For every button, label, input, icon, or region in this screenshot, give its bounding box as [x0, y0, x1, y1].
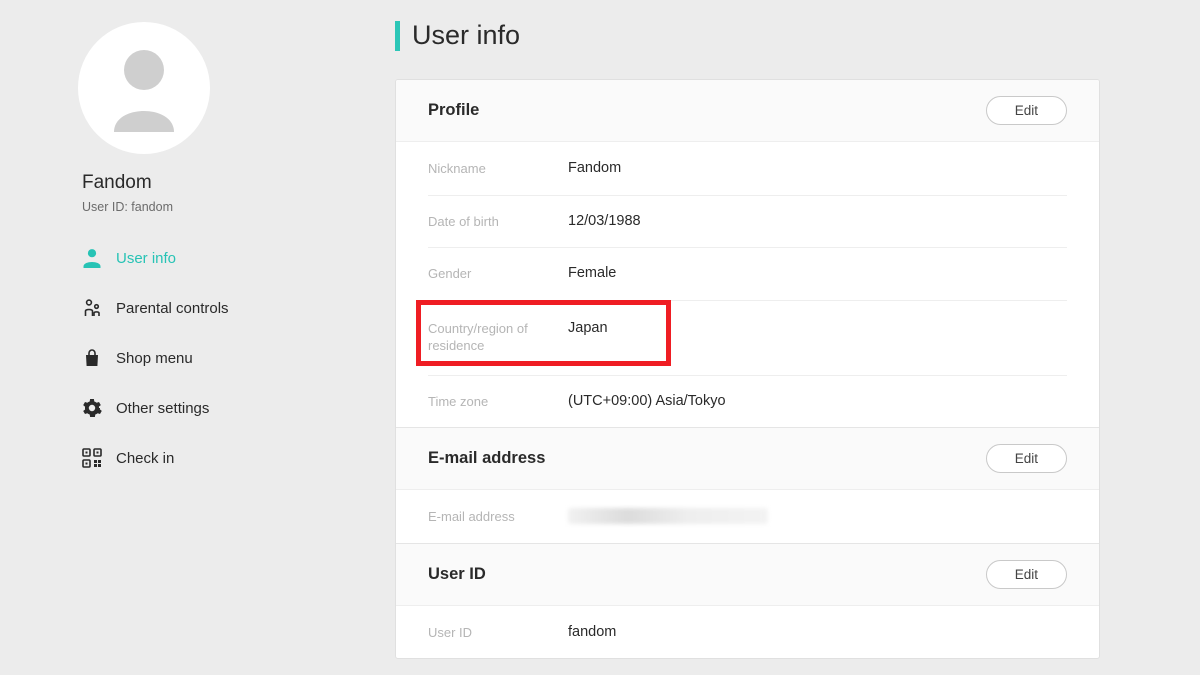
sidebar-item-user-info[interactable]: User info [82, 248, 275, 268]
section-title-email: E-mail address [428, 449, 545, 468]
sidebar-item-parental-controls[interactable]: Parental controls [82, 298, 275, 318]
sidebar-item-label: Parental controls [116, 300, 229, 317]
avatar-placeholder-icon [102, 44, 186, 132]
sidebar-display-name: Fandom [82, 172, 275, 194]
row-value: fandom [568, 624, 616, 642]
avatar [78, 22, 210, 154]
edit-email-button[interactable]: Edit [986, 444, 1067, 473]
sidebar-item-check-in[interactable]: Check in [82, 448, 275, 468]
row-label: Gender [428, 265, 568, 283]
shopping-bag-icon [82, 348, 102, 368]
gear-icon [82, 398, 102, 418]
row-value: (UTC+09:00) Asia/Tokyo [568, 393, 726, 411]
profile-rows: Nickname Fandom Date of birth 12/03/1988… [396, 142, 1099, 427]
sidebar-item-label: Check in [116, 450, 174, 467]
row-nickname: Nickname Fandom [396, 142, 1099, 195]
row-country: Country/region of residence Japan [396, 300, 1099, 375]
row-gender: Gender Female [396, 247, 1099, 300]
row-value: Fandom [568, 160, 621, 178]
page-title: User info [412, 20, 520, 51]
row-label: Date of birth [428, 213, 568, 231]
sidebar: Fandom User ID: fandom User info Parenta… [0, 0, 275, 675]
section-title-profile: Profile [428, 101, 479, 120]
family-icon [82, 298, 102, 318]
sidebar-item-label: Shop menu [116, 350, 193, 367]
page-title-wrap: User info [395, 20, 1100, 51]
redacted-text [568, 508, 768, 524]
row-value: Female [568, 265, 616, 283]
sidebar-item-shop-menu[interactable]: Shop menu [82, 348, 275, 368]
sidebar-item-label: Other settings [116, 400, 209, 417]
sidebar-item-label: User info [116, 250, 176, 267]
row-timezone: Time zone (UTC+09:00) Asia/Tokyo [396, 375, 1099, 428]
row-dob: Date of birth 12/03/1988 [396, 195, 1099, 248]
row-userid: User ID fandom [396, 606, 1099, 659]
sidebar-nav: User info Parental controls Shop menu Ot… [82, 248, 275, 468]
row-email: E-mail address [396, 490, 1099, 543]
qr-icon [82, 448, 102, 468]
row-value: 12/03/1988 [568, 213, 641, 231]
row-value-redacted [568, 508, 768, 526]
settings-card: Profile Edit Nickname Fandom Date of bir… [395, 79, 1100, 659]
row-label: User ID [428, 624, 568, 642]
edit-userid-button[interactable]: Edit [986, 560, 1067, 589]
row-value: Japan [568, 320, 608, 355]
edit-profile-button[interactable]: Edit [986, 96, 1067, 125]
main-content: User info Profile Edit Nickname Fandom D… [275, 0, 1200, 675]
row-label: Time zone [428, 393, 568, 411]
userid-rows: User ID fandom [396, 606, 1099, 659]
row-label: Country/region of residence [428, 320, 568, 355]
user-icon [82, 248, 102, 268]
title-accent-bar [395, 21, 400, 51]
section-title-userid: User ID [428, 565, 486, 584]
section-head-userid: User ID Edit [396, 543, 1099, 606]
row-label: Nickname [428, 160, 568, 178]
row-label: E-mail address [428, 508, 568, 526]
section-head-profile: Profile Edit [396, 80, 1099, 142]
sidebar-item-other-settings[interactable]: Other settings [82, 398, 275, 418]
email-rows: E-mail address [396, 490, 1099, 543]
sidebar-user-id: User ID: fandom [82, 200, 275, 214]
section-head-email: E-mail address Edit [396, 427, 1099, 490]
